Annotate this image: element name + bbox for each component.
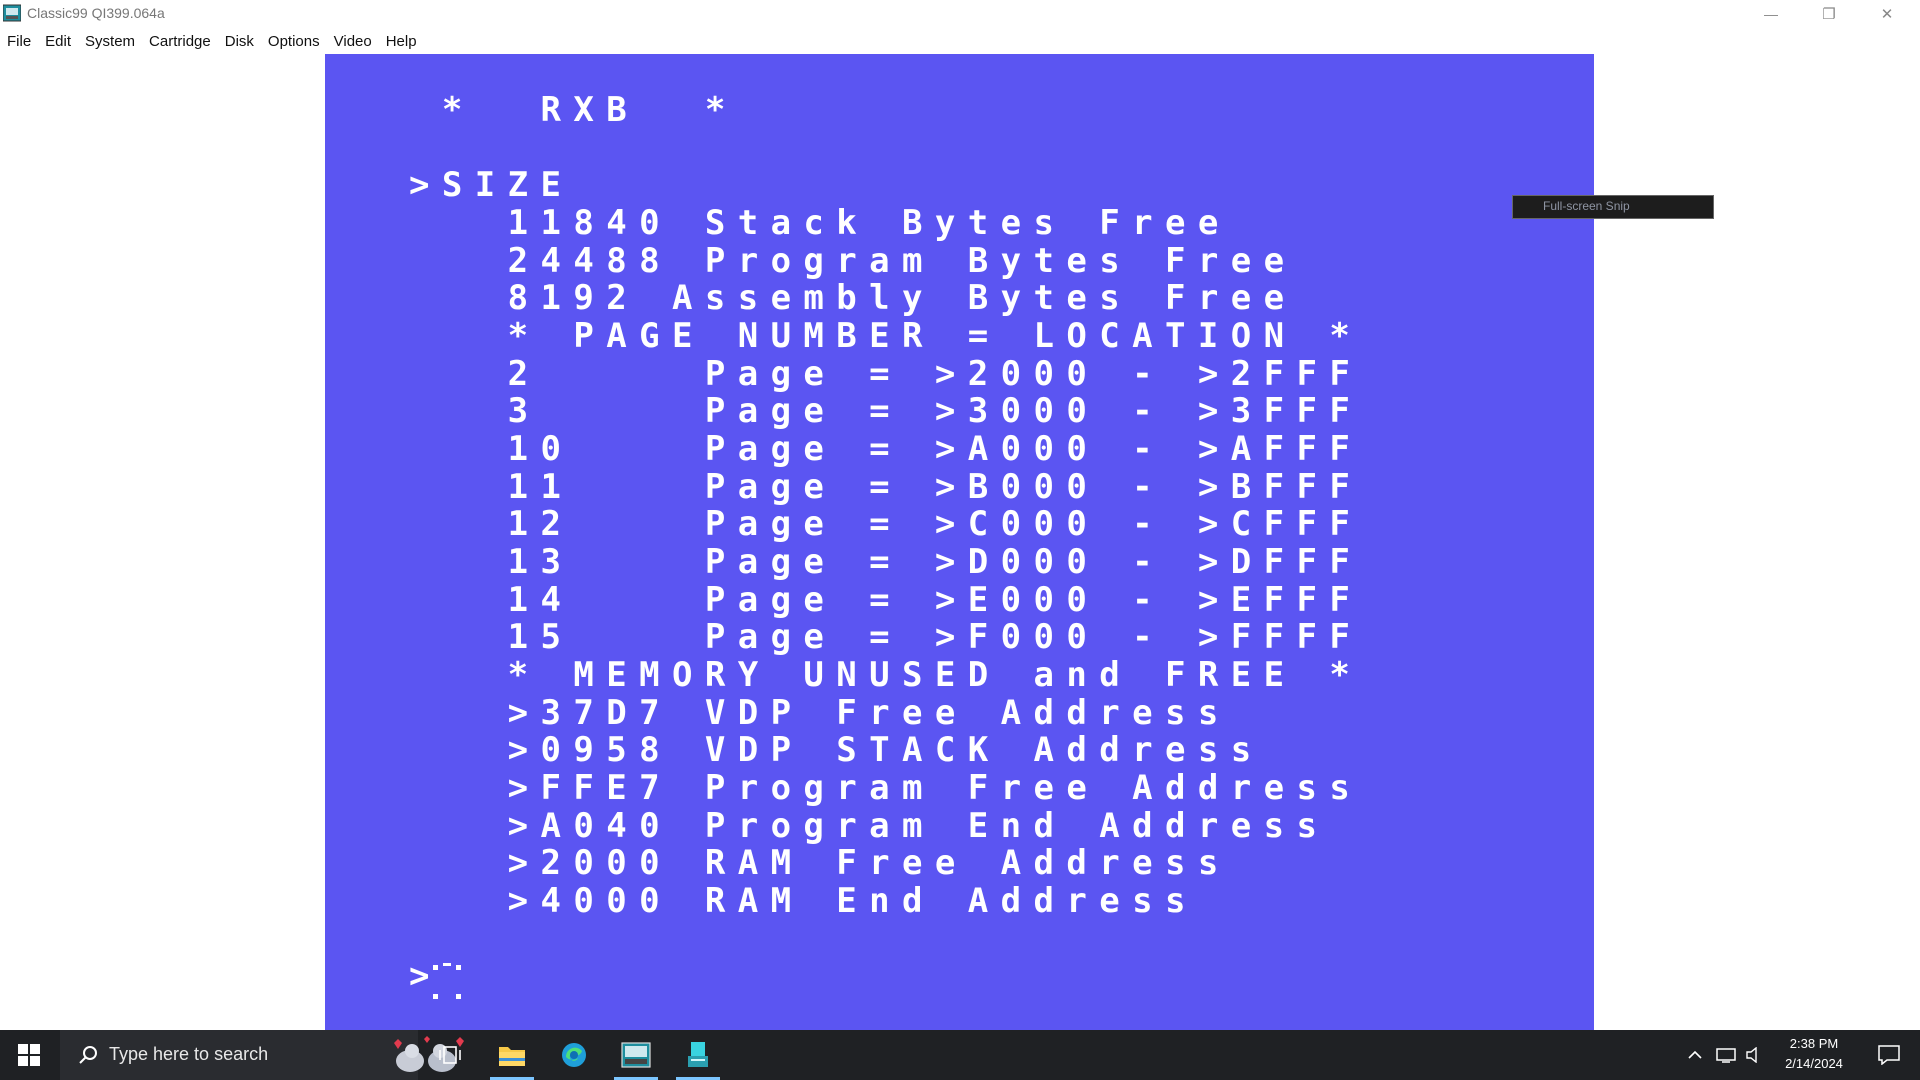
screen-line: 15 Page = >F000 - >FFFF	[409, 617, 1363, 657]
windows-icon	[18, 1044, 40, 1066]
minimize-button[interactable]: —	[1742, 0, 1800, 28]
network-tray-button[interactable]	[1712, 1030, 1740, 1080]
start-button[interactable]	[0, 1030, 58, 1080]
menu-edit[interactable]: Edit	[38, 33, 78, 50]
taskbar-search[interactable]: Type here to search	[60, 1030, 464, 1080]
task-view-icon	[439, 1046, 461, 1064]
screen-line: * RXB *	[409, 90, 738, 130]
search-placeholder: Type here to search	[109, 1044, 269, 1064]
menu-help[interactable]: Help	[379, 33, 424, 50]
menu-options[interactable]: Options	[261, 33, 327, 50]
screen-line: >2000 RAM Free Address	[409, 843, 1231, 883]
edge-button[interactable]	[546, 1030, 602, 1080]
app-icon	[688, 1042, 708, 1067]
menu-system[interactable]: System	[78, 33, 142, 50]
classic99-icon	[621, 1042, 651, 1068]
close-button[interactable]: ✕	[1858, 0, 1916, 28]
screen-line: 11840 Stack Bytes Free	[409, 203, 1231, 243]
show-hidden-icons-button[interactable]	[1680, 1030, 1710, 1080]
prompt-cursor: >	[409, 957, 469, 1007]
clock-date: 2/14/2024	[1785, 1056, 1843, 1071]
blinking-cursor-icon	[433, 963, 461, 999]
emulator-screen[interactable]: * RXB * >SIZE 11840 Stack Bytes Free 244…	[325, 54, 1594, 1030]
menu-video[interactable]: Video	[327, 33, 379, 50]
window-title: Classic99 QI399.064a	[27, 5, 165, 21]
snip-overlay[interactable]: Full-screen Snip	[1512, 195, 1714, 219]
menu-cartridge[interactable]: Cartridge	[142, 33, 218, 50]
network-icon	[1716, 1048, 1736, 1063]
menu-bar: File Edit System Cartridge Disk Options …	[0, 28, 1920, 54]
screen-line: >A040 Program End Address	[409, 806, 1330, 846]
clock-time: 2:38 PM	[1789, 1036, 1839, 1051]
classic99-taskbar-button[interactable]	[608, 1030, 664, 1080]
notification-center-button[interactable]	[1866, 1030, 1912, 1080]
title-bar: Classic99 QI399.064a — ❐ ✕	[0, 0, 1920, 28]
file-explorer-icon	[499, 1047, 525, 1066]
screen-line: 11 Page = >B000 - >BFFF	[409, 467, 1363, 507]
screen-line: >37D7 VDP Free Address	[409, 693, 1231, 733]
chevron-up-icon	[1688, 1050, 1702, 1059]
screen-line: 8192 Assembly Bytes Free	[409, 278, 1297, 318]
screen-line: 10 Page = >A000 - >AFFF	[409, 429, 1363, 469]
screen-line: 14 Page = >E000 - >EFFF	[409, 580, 1363, 620]
screen-line: >0958 VDP STACK Address	[409, 730, 1264, 770]
speaker-icon	[1746, 1047, 1757, 1063]
minimize-icon: —	[1764, 6, 1778, 22]
screen-line: 3 Page = >3000 - >3FFF	[409, 391, 1363, 431]
screen-line: 13 Page = >D000 - >DFFF	[409, 542, 1363, 582]
screen-line: >4000 RAM End Address	[409, 881, 1198, 921]
file-explorer-button[interactable]	[484, 1030, 540, 1080]
edge-icon	[562, 1043, 586, 1067]
app-taskbar-button[interactable]	[670, 1030, 726, 1080]
restore-button[interactable]: ❐	[1800, 0, 1858, 28]
screen-line: 2 Page = >2000 - >2FFF	[409, 354, 1363, 394]
screen-line: 12 Page = >C000 - >CFFF	[409, 504, 1363, 544]
notification-icon	[1878, 1045, 1900, 1065]
restore-icon: ❐	[1822, 6, 1836, 23]
menu-file[interactable]: File	[0, 33, 38, 50]
screen-line: >FFE7 Program Free Address	[409, 768, 1363, 808]
menu-disk[interactable]: Disk	[218, 33, 261, 50]
taskbar-clock[interactable]: 2:38 PM 2/14/2024	[1764, 1034, 1864, 1074]
classic99-app-icon	[3, 4, 21, 22]
task-view-button[interactable]	[422, 1030, 478, 1080]
close-icon: ✕	[1880, 6, 1894, 23]
search-icon	[79, 1046, 97, 1064]
taskbar: Type here to search 2:38 PM 2/14/2024	[0, 1030, 1920, 1080]
snip-overlay-label: Full-screen Snip	[1543, 199, 1630, 213]
screen-line: 24488 Program Bytes Free	[409, 241, 1297, 281]
screen-line: * PAGE NUMBER = LOCATION *	[409, 316, 1363, 356]
volume-tray-button[interactable]	[1742, 1030, 1766, 1080]
screen-line: >SIZE	[409, 165, 574, 205]
screen-line: * MEMORY UNUSED and FREE *	[409, 655, 1363, 695]
